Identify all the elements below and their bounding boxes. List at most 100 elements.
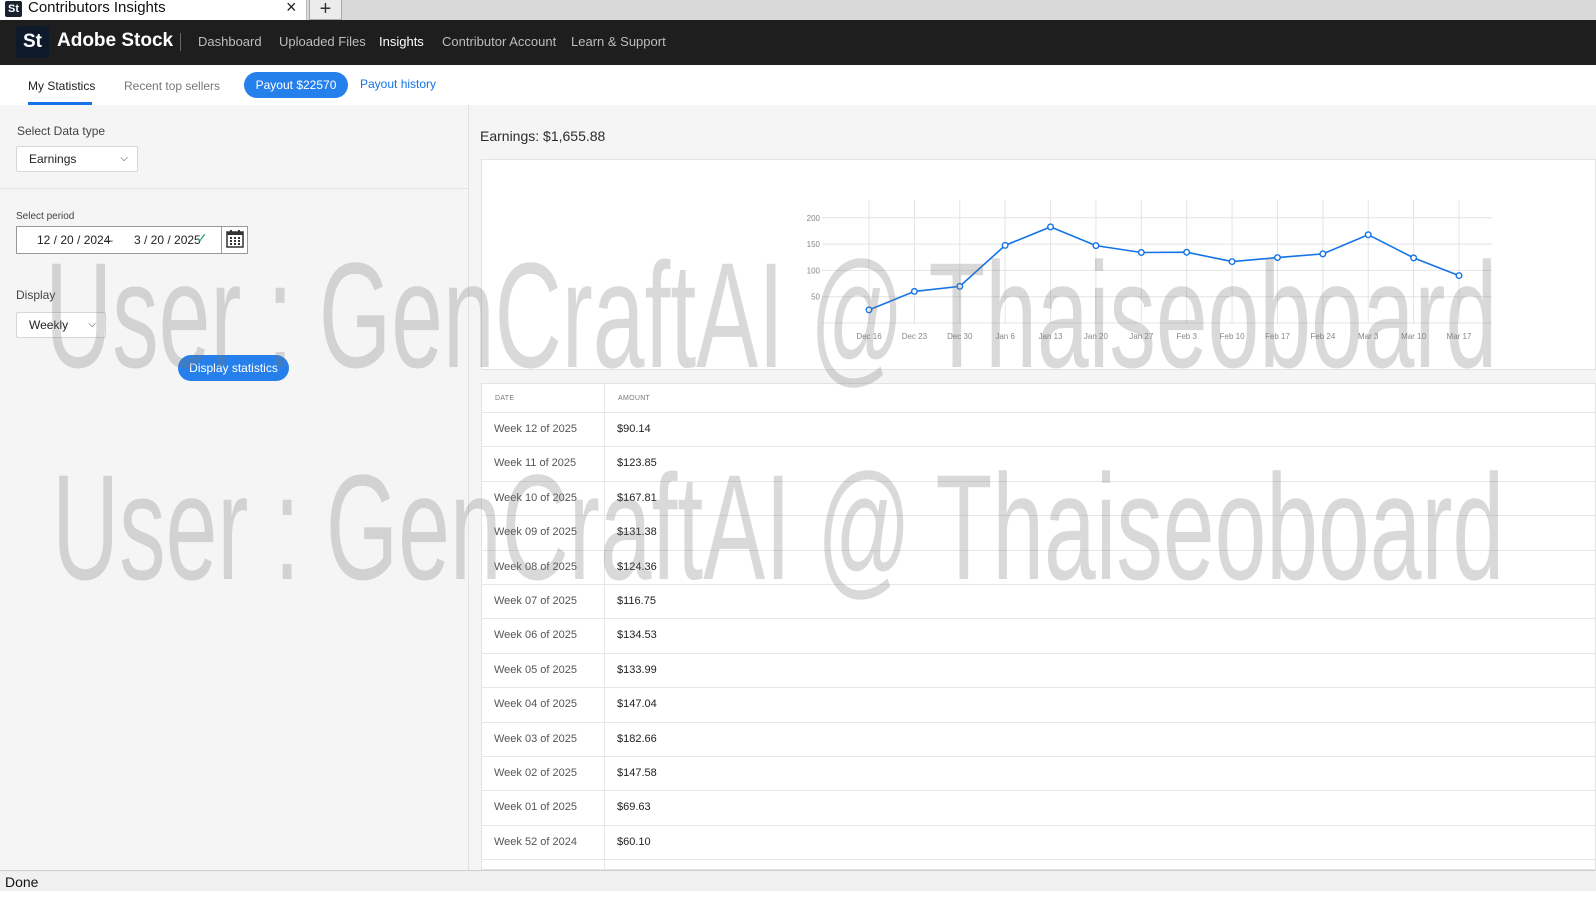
display-statistics-button[interactable]: Display statistics	[178, 355, 289, 381]
cell-date: Week 11 of 2025	[494, 457, 577, 470]
cell-date: Week 03 of 2025	[494, 732, 577, 745]
data-point	[910, 287, 918, 295]
cell-date: Week 06 of 2025	[494, 629, 577, 642]
earnings-chart: 50 100 150 200 Dec 16 Dec 23 Dec 30 Jan 6 Jan 13…	[481, 159, 1596, 370]
data-point	[956, 282, 964, 290]
table-row: Week 08 of 2025 $124.36	[482, 549, 1595, 585]
browser-tab[interactable]: St Contributors Insights ×	[0, 0, 307, 20]
calendar-button[interactable]	[221, 226, 249, 254]
cell-date: Week 09 of 2025	[494, 526, 577, 539]
cell-date: Week 08 of 2025	[494, 560, 577, 573]
display-label: Display	[16, 288, 56, 302]
chevron-down-icon: ⌵	[120, 153, 128, 164]
x-tick-label: Dec 16	[856, 332, 882, 341]
y-tick-label: 150	[807, 240, 821, 249]
date-from[interactable]: 12 / 20 / 2024	[37, 233, 110, 247]
table-row: Week 07 of 2025 $116.75	[482, 584, 1595, 619]
filter-panel: Select Data type Earnings ⌵ Select perio…	[0, 105, 469, 870]
table-row: Week 06 of 2025 $134.53	[482, 618, 1595, 653]
x-tick-label: Feb 24	[1310, 332, 1335, 341]
x-tick-label: Feb 17	[1265, 332, 1290, 341]
table-row-empty	[482, 859, 1595, 869]
tab-recent-top-sellers[interactable]: Recent top sellers	[124, 79, 220, 93]
cell-amount: $134.53	[617, 629, 657, 642]
data-type-value: Earnings	[29, 152, 77, 166]
cell-amount: $182.66	[617, 732, 657, 745]
close-icon[interactable]: ×	[286, 0, 297, 18]
cell-date: Week 02 of 2025	[494, 767, 577, 779]
tab-favicon: St	[5, 1, 22, 17]
x-tick-label: Jan 6	[995, 332, 1015, 341]
cell-amount: $147.58	[617, 767, 657, 779]
x-tick-label: Mar 17	[1447, 332, 1472, 341]
date-separator: –	[106, 233, 113, 247]
nav-item-uploaded-files[interactable]: Uploaded Files	[279, 34, 366, 49]
cell-amount: $167.81	[617, 491, 657, 504]
cell-date: Week 12 of 2025	[494, 423, 577, 435]
column-header-amount: AMOUNT	[618, 395, 651, 402]
data-point	[1137, 249, 1145, 257]
data-point	[1273, 254, 1281, 262]
tab-title: Contributors Insights	[28, 0, 166, 16]
chevron-down-icon: ⌵	[88, 319, 96, 330]
tab-my-statistics[interactable]: My Statistics	[28, 79, 95, 93]
x-tick-label: Feb 10	[1220, 332, 1245, 341]
y-tick-label: 50	[811, 293, 820, 302]
payout-button[interactable]: Payout $22570	[244, 72, 348, 98]
brand-name[interactable]: Adobe Stock	[57, 30, 173, 52]
data-point	[1228, 258, 1236, 266]
data-point	[1319, 250, 1327, 258]
period-label: Select period	[16, 211, 75, 222]
x-tick-label: Jan 20	[1084, 332, 1109, 341]
calendar-icon	[226, 230, 244, 248]
status-text: Done	[5, 874, 39, 890]
data-point	[1001, 241, 1009, 249]
table-row: Week 05 of 2025 $133.99	[482, 652, 1595, 688]
nav-item-insights[interactable]: Insights	[379, 34, 424, 49]
table-row: Week 12 of 2025 $90.14	[482, 412, 1595, 447]
data-type-select[interactable]: Earnings ⌵	[16, 146, 138, 172]
browser-tab-strip: St Contributors Insights × +	[0, 0, 1596, 20]
x-tick-label: Mar 3	[1358, 332, 1379, 341]
data-point	[865, 306, 873, 314]
top-navigation: St Adobe Stock Dashboard Uploaded Files …	[0, 20, 1596, 65]
cell-amount: $116.75	[617, 595, 656, 607]
cell-amount: $123.85	[617, 457, 657, 470]
cell-amount: $133.99	[617, 663, 657, 676]
payout-history-link[interactable]: Payout history	[360, 77, 436, 91]
x-tick-label: Dec 30	[947, 332, 973, 341]
display-select[interactable]: Weekly ⌵	[16, 312, 106, 338]
date-range-input[interactable]: 12 / 20 / 2024 – 3 / 20 / 2025 ✓	[16, 226, 248, 254]
data-point	[1455, 272, 1463, 280]
date-to[interactable]: 3 / 20 / 2025	[134, 233, 201, 247]
cell-date: Week 52 of 2024	[494, 835, 577, 848]
data-type-label: Select Data type	[17, 124, 106, 138]
line-chart: 50 100 150 200 Dec 16 Dec 23 Dec 30 Jan 6 Jan 13…	[807, 200, 1492, 341]
nav-item-dashboard[interactable]: Dashboard	[198, 34, 262, 49]
cell-date: Week 07 of 2025	[494, 595, 577, 607]
table-row: Week 03 of 2025 $182.66	[482, 721, 1595, 757]
cell-date: Week 10 of 2025	[494, 491, 577, 504]
table-row: Week 04 of 2025 $147.04	[482, 687, 1595, 722]
x-tick-label: Mar 10	[1401, 332, 1426, 341]
series-line	[868, 226, 1460, 311]
nav-item-learn-support[interactable]: Learn & Support	[571, 34, 666, 49]
nav-divider	[180, 33, 181, 51]
cell-amount: $69.63	[617, 801, 651, 814]
nav-item-contributor-account[interactable]: Contributor Account	[442, 34, 556, 49]
sub-navigation: My Statistics Recent top sellers Payout …	[0, 65, 1596, 105]
table-row: Week 02 of 2025 $147.58	[482, 756, 1595, 791]
cell-date: Week 01 of 2025	[494, 801, 577, 814]
data-point	[1092, 242, 1100, 250]
new-tab-button[interactable]: +	[309, 0, 342, 20]
data-point	[1047, 223, 1055, 231]
data-point	[1410, 254, 1418, 262]
adobe-stock-logo[interactable]: St	[16, 26, 49, 58]
table-row: Week 09 of 2025 $131.38	[482, 515, 1595, 550]
y-tick-label: 100	[807, 266, 821, 275]
status-bar: Done	[0, 870, 1596, 892]
bottom-strip	[0, 891, 1596, 907]
earnings-total: Earnings: $1,655.88	[480, 128, 606, 144]
cell-date: Week 05 of 2025	[494, 663, 577, 676]
cell-amount: $147.04	[617, 698, 657, 711]
